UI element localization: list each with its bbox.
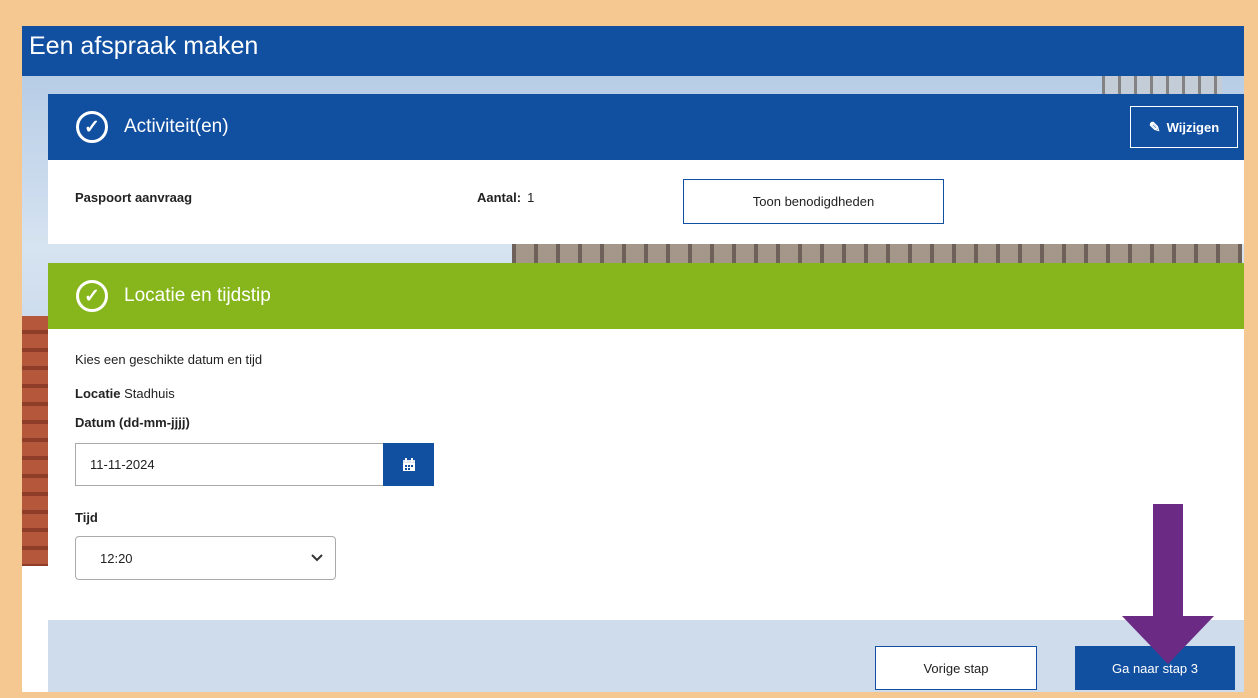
edit-button[interactable]: ✎ Wijzigen xyxy=(1130,106,1238,148)
activities-header: ✓ Activiteit(en) ✎ Wijzigen xyxy=(48,94,1244,160)
location-time-header: ✓ Locatie en tijdstip xyxy=(48,263,1244,329)
location-time-card: ✓ Locatie en tijdstip Kies een geschikte… xyxy=(48,263,1244,620)
calendar-button[interactable] xyxy=(383,443,434,486)
navigation-footer: Vorige stap Ga naar stap 3 xyxy=(48,620,1244,692)
page-frame: Een afspraak maken ✓ Activiteit(en) ✎ Wi… xyxy=(22,26,1244,692)
windmill-top-decor xyxy=(1102,76,1222,96)
activity-count: Aantal: 1 xyxy=(477,190,534,205)
location-value: Stadhuis xyxy=(124,386,175,401)
activity-name: Paspoort aanvraag xyxy=(75,190,193,205)
check-circle-icon: ✓ xyxy=(76,280,108,312)
date-label: Datum (dd-mm-jjjj) xyxy=(75,415,190,430)
page-title: Een afspraak maken xyxy=(22,26,1244,76)
count-value: 1 xyxy=(527,190,535,205)
arrow-down-icon xyxy=(1122,504,1214,664)
location-time-body: Kies een geschikte datum en tijd Locatie… xyxy=(48,329,1244,620)
check-circle-icon: ✓ xyxy=(76,111,108,143)
time-value: 12:20 xyxy=(100,550,133,566)
location-label: Locatie xyxy=(75,386,121,401)
time-label: Tijd xyxy=(75,510,98,525)
chevron-down-icon xyxy=(311,554,323,562)
date-picker xyxy=(75,443,434,486)
activities-card: ✓ Activiteit(en) ✎ Wijzigen Paspoort aan… xyxy=(48,94,1244,244)
pencil-icon: ✎ xyxy=(1148,118,1161,135)
show-requirements-button[interactable]: Toon benodigdheden xyxy=(683,179,944,224)
activities-title: Activiteit(en) xyxy=(124,116,229,137)
count-label: Aantal: xyxy=(477,190,522,205)
location-line: Locatie Stadhuis xyxy=(75,386,175,401)
date-input[interactable] xyxy=(75,443,383,486)
calendar-icon xyxy=(402,457,415,471)
location-time-title: Locatie en tijdstip xyxy=(124,285,271,306)
previous-step-button[interactable]: Vorige stap xyxy=(875,646,1037,690)
intro-text: Kies een geschikte datum en tijd xyxy=(75,352,263,367)
activities-body: Paspoort aanvraag Aantal: 1 Toon benodigd… xyxy=(48,160,1244,244)
edit-button-label: Wijzigen xyxy=(1166,119,1220,135)
time-select[interactable]: 12:20 xyxy=(75,536,336,580)
